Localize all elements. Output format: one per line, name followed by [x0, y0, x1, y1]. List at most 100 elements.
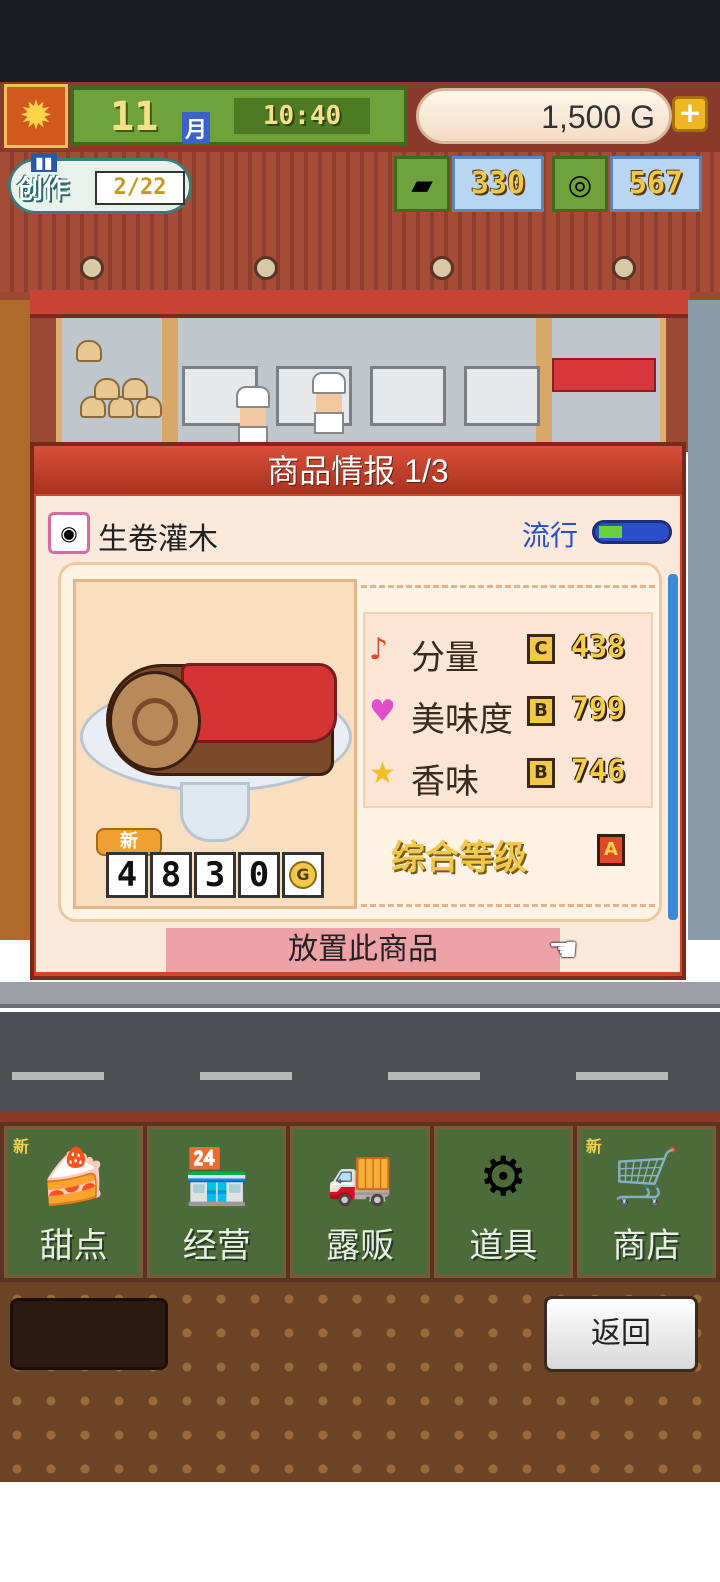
bottom-nav: 新 🍰 甜点 🏪 经营 🚚 露贩 ⚙ 道具 新 🛒 商店: [0, 1122, 720, 1282]
overall-grade-label: 综合等级: [391, 839, 527, 877]
shop-sign: [552, 358, 656, 392]
cake-icon: 🍰: [39, 1145, 108, 1208]
product-card: 新 4 8 3 0 G ♪ 分量 C 438 ♥ 美味度 B 799 ★ 香味 …: [58, 562, 662, 922]
lane-marking: [388, 1072, 480, 1080]
price-digit: 4: [106, 852, 148, 898]
chef-character: [236, 386, 270, 450]
food-truck-icon: 🚚: [326, 1145, 394, 1208]
create-label: 创作: [17, 175, 70, 205]
shop-pillar: [162, 318, 178, 452]
add-money-button[interactable]: +: [672, 96, 708, 132]
price-digit: 0: [238, 852, 280, 898]
nav-label: 甜点: [39, 1227, 108, 1265]
gold-coin-icon: G: [289, 861, 317, 889]
stat-grade: C: [527, 634, 555, 664]
month-unit: 月: [182, 112, 211, 144]
oven: [464, 366, 540, 426]
bottom-blank: [0, 1482, 720, 1582]
stat-label: 美味度: [411, 701, 513, 739]
nav-label: 经营: [182, 1227, 251, 1265]
lane-marking: [200, 1072, 292, 1080]
top-hud: ✹ 11 月 10:40 1,500 G +: [0, 82, 720, 152]
sidewalk: [0, 982, 720, 1008]
create-progress-badge[interactable]: ▮▮ 创作 2/22: [8, 153, 192, 214]
back-button[interactable]: 返回: [544, 1296, 698, 1372]
trend-meter: [592, 520, 672, 544]
nav-food-truck[interactable]: 🚚 露贩: [290, 1126, 430, 1278]
bread-icon: [122, 378, 148, 400]
product-image-frame: 新 4 8 3 0 G: [73, 579, 357, 909]
cake-end: [109, 671, 201, 771]
price-digit: 3: [194, 852, 236, 898]
money-display: 1,500 G: [416, 88, 672, 144]
stat-grade: B: [527, 758, 555, 788]
nav-label: 商店: [612, 1227, 681, 1265]
lamp-icon: [430, 256, 454, 280]
overall-grade: A: [597, 834, 625, 866]
create-progress-count: 2/22: [95, 171, 185, 205]
lamp-icon: [80, 256, 104, 280]
autumn-leaf-icon: ✹: [4, 84, 68, 148]
stat-value: 746: [571, 754, 626, 789]
nav-items[interactable]: ⚙ 道具: [433, 1126, 573, 1278]
pointing-hand-icon: ☚: [548, 930, 579, 970]
date-display: 11 月 10:40: [70, 86, 408, 146]
empty-slot: [10, 1298, 168, 1370]
product-info-dialog: 商品情报 1/3 ◉ 生卷灌木 流行 新 4 8 3 0 G ♪ 分量 C 43…: [30, 442, 686, 980]
gear-bag-icon: ⚙: [479, 1145, 528, 1208]
nav-management[interactable]: 🏪 经营: [147, 1126, 287, 1278]
trend-meter-fill: [599, 526, 622, 538]
money-amount: 1,500 G: [541, 99, 655, 135]
stat-value: 799: [571, 692, 626, 727]
lane-marking: [12, 1072, 104, 1080]
nav-label: 道具: [469, 1227, 538, 1265]
dialog-scrollbar[interactable]: [668, 574, 678, 920]
stat-value: 438: [571, 630, 626, 665]
price-unit: G: [282, 852, 324, 898]
clock-time: 10:40: [234, 98, 370, 134]
stat-row-volume: ♪ 分量 C 438: [365, 618, 655, 678]
side-tree: [0, 300, 30, 940]
lamp-icon: [612, 256, 636, 280]
stat-label: 分量: [411, 639, 479, 677]
stats-table: ♪ 分量 C 438 ♥ 美味度 B 799 ★ 香味 B 746: [363, 612, 653, 808]
place-product-button[interactable]: 放置此商品: [166, 928, 560, 972]
nav-store[interactable]: 新 🛒 商店: [576, 1126, 717, 1278]
chef-character: [312, 372, 346, 436]
nav-label: 露贩: [326, 1227, 394, 1265]
product-category-icon: ◉: [48, 512, 90, 554]
gold-resource-value: 330: [452, 156, 544, 212]
heart-icon: ♥: [369, 694, 396, 729]
music-note-icon: ♪: [369, 632, 389, 667]
roll-cake-image: [106, 663, 337, 776]
lamp-icon: [254, 256, 278, 280]
price-digit: 8: [150, 852, 192, 898]
side-building: [688, 300, 720, 940]
cake-stand: [180, 782, 250, 842]
oven: [370, 366, 446, 426]
product-stats: ♪ 分量 C 438 ♥ 美味度 B 799 ★ 香味 B 746 综合等级 A: [361, 585, 655, 907]
dialog-title: 商品情报 1/3: [34, 446, 682, 494]
gold-ingot-icon: ▰: [394, 156, 450, 212]
shop-building-icon: 🏪: [183, 1145, 251, 1208]
dialog-body: ◉ 生卷灌木 流行 新 4 8 3 0 G ♪ 分量 C 438 ♥ 美味度 B…: [36, 496, 680, 972]
stat-label: 香味: [411, 763, 479, 801]
stat-row-aroma: ★ 香味 B 746: [365, 742, 655, 802]
bread-icon: [76, 340, 102, 362]
month-number: 11: [110, 94, 159, 140]
trend-label: 流行: [522, 520, 579, 551]
nav-dessert[interactable]: 新 🍰 甜点: [4, 1126, 144, 1278]
silver-resource-value: 567: [610, 156, 702, 212]
lane-marking: [576, 1072, 668, 1080]
star-icon: ★: [369, 756, 396, 791]
silver-coin-icon: ◎: [552, 156, 608, 212]
road: [0, 1012, 720, 1116]
price-counter[interactable]: 4 8 3 0 G: [106, 852, 324, 898]
product-name: 生卷灌木: [98, 523, 218, 556]
stat-row-taste: ♥ 美味度 B 799: [365, 680, 655, 740]
shop-awning: [30, 290, 690, 318]
shopping-cart-icon: 🛒: [612, 1145, 681, 1208]
stat-grade: B: [527, 696, 555, 726]
system-status-bar: [0, 0, 720, 82]
bread-icon: [94, 378, 120, 400]
